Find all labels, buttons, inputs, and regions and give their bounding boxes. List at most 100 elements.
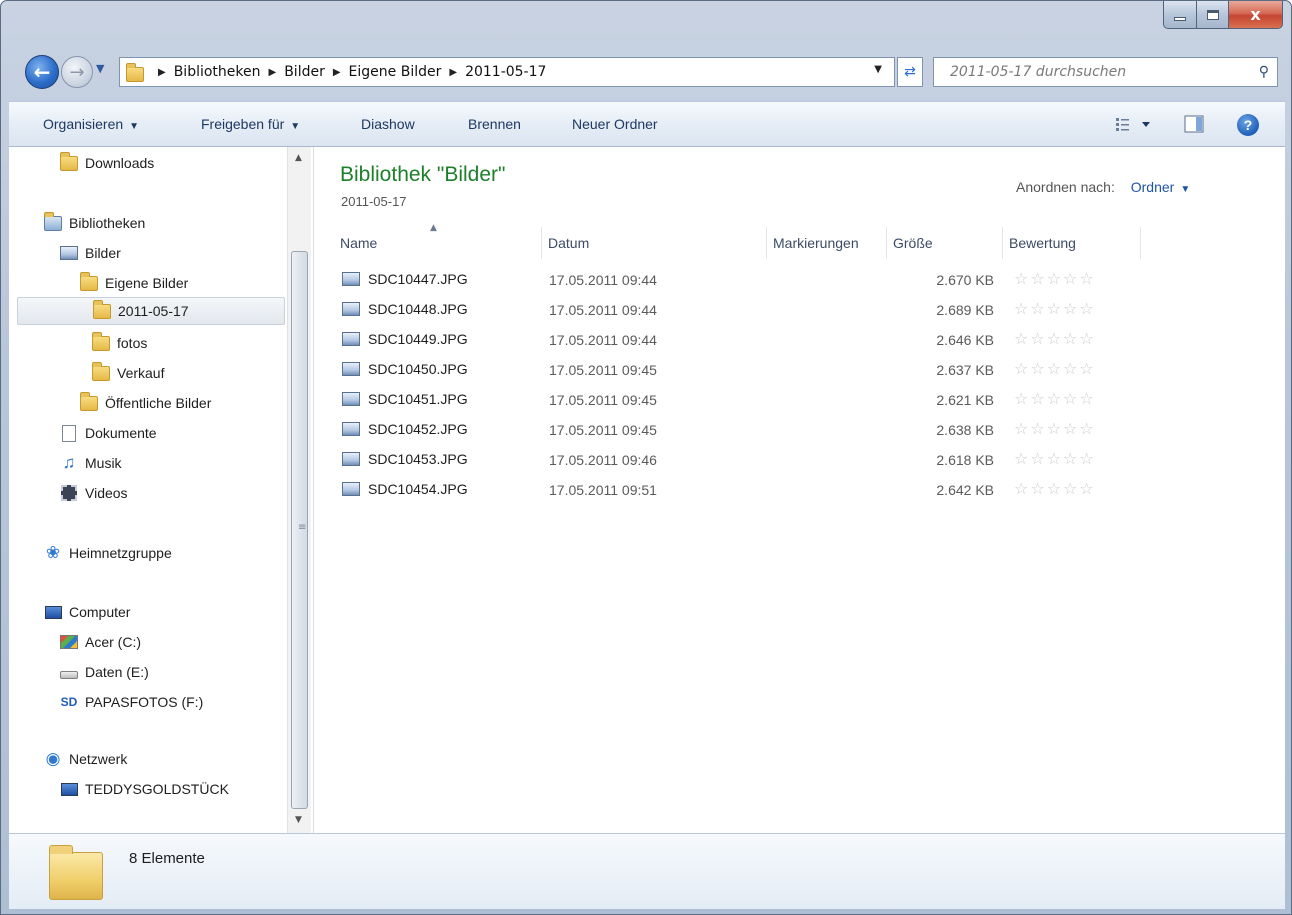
file-row[interactable]: SDC10453.JPG 17.05.2011 09:46 2.618 KB ☆☆☆☆… (334, 445, 1134, 475)
search-icon[interactable]: ⚲ (1259, 64, 1269, 80)
star-icon[interactable]: ☆ (1047, 359, 1063, 378)
star-icon[interactable]: ☆ (1063, 329, 1079, 348)
star-icon[interactable]: ☆ (1079, 389, 1095, 408)
star-icon[interactable]: ☆ (1030, 479, 1046, 498)
address-bar[interactable]: ▶ Bibliotheken ▶ Bilder ▶ Eigene Bilder … (119, 57, 895, 87)
sidebar-item-my-pictures[interactable]: Eigene Bilder (79, 269, 188, 297)
breadcrumb-libraries[interactable]: Bibliotheken (174, 64, 261, 80)
star-icon[interactable]: ☆ (1063, 269, 1079, 288)
burn-button[interactable]: Brennen (468, 116, 521, 132)
star-icon[interactable]: ☆ (1014, 419, 1030, 438)
star-icon[interactable]: ☆ (1030, 329, 1046, 348)
maximize-button[interactable] (1197, 1, 1229, 29)
file-row[interactable]: SDC10454.JPG 17.05.2011 09:51 2.642 KB ☆☆☆☆… (334, 475, 1134, 505)
star-icon[interactable]: ☆ (1014, 449, 1030, 468)
star-icon[interactable]: ☆ (1014, 359, 1030, 378)
sidebar-item-downloads[interactable]: Downloads (59, 149, 154, 177)
sidebar-item-pictures[interactable]: Bilder (59, 239, 121, 267)
sidebar-item-daten-e[interactable]: Daten (E:) (59, 658, 149, 686)
sidebar-item-computer[interactable]: Computer (43, 598, 130, 626)
forward-button[interactable]: → (61, 56, 93, 88)
slideshow-button[interactable]: Diashow (361, 116, 415, 132)
breadcrumb-separator-icon[interactable]: ▶ (269, 67, 277, 78)
sidebar-item-fotos[interactable]: fotos (91, 329, 147, 357)
star-icon[interactable]: ☆ (1079, 359, 1095, 378)
file-row[interactable]: SDC10447.JPG 17.05.2011 09:44 2.670 KB ☆☆☆☆… (334, 265, 1134, 295)
sidebar-item-documents[interactable]: Dokumente (59, 419, 157, 447)
star-icon[interactable]: ☆ (1063, 389, 1079, 408)
breadcrumb-my-pictures[interactable]: Eigene Bilder (349, 64, 442, 80)
sidebar-item-network[interactable]: ◉ Netzwerk (43, 745, 128, 773)
star-icon[interactable]: ☆ (1079, 449, 1095, 468)
star-icon[interactable]: ☆ (1079, 299, 1095, 318)
star-icon[interactable]: ☆ (1014, 479, 1030, 498)
organize-button[interactable]: Organisieren ▼ (43, 116, 139, 132)
column-header-name[interactable]: Name (334, 227, 542, 259)
search-input[interactable]: 2011-05-17 durchsuchen ⚲ (933, 57, 1278, 87)
file-row[interactable]: SDC10450.JPG 17.05.2011 09:45 2.637 KB ☆☆☆☆… (334, 355, 1134, 385)
rating-stars[interactable]: ☆☆☆☆☆ (1014, 419, 1096, 438)
rating-stars[interactable]: ☆☆☆☆☆ (1014, 359, 1096, 378)
star-icon[interactable]: ☆ (1063, 449, 1079, 468)
star-icon[interactable]: ☆ (1047, 419, 1063, 438)
star-icon[interactable]: ☆ (1079, 329, 1095, 348)
star-icon[interactable]: ☆ (1079, 269, 1095, 288)
sidebar-item-acer-c[interactable]: Acer (C:) (59, 628, 141, 656)
star-icon[interactable]: ☆ (1079, 479, 1095, 498)
rating-stars[interactable]: ☆☆☆☆☆ (1014, 449, 1096, 468)
file-row[interactable]: SDC10449.JPG 17.05.2011 09:44 2.646 KB ☆☆☆☆… (334, 325, 1134, 355)
scroll-up-icon[interactable]: ▲ (295, 153, 302, 163)
scroll-down-icon[interactable]: ▼ (295, 815, 302, 825)
column-header-rating[interactable]: Bewertung (1003, 227, 1141, 259)
star-icon[interactable]: ☆ (1063, 479, 1079, 498)
star-icon[interactable]: ☆ (1047, 299, 1063, 318)
navigation-scrollbar[interactable]: ▲ ≡ ▼ (287, 147, 311, 833)
star-icon[interactable]: ☆ (1030, 419, 1046, 438)
star-icon[interactable]: ☆ (1030, 359, 1046, 378)
star-icon[interactable]: ☆ (1047, 329, 1063, 348)
file-row[interactable]: SDC10452.JPG 17.05.2011 09:45 2.638 KB ☆☆☆☆… (334, 415, 1134, 445)
star-icon[interactable]: ☆ (1063, 359, 1079, 378)
breadcrumb-current-folder[interactable]: 2011-05-17 (465, 64, 546, 80)
breadcrumb-separator-icon[interactable]: ▶ (333, 67, 341, 78)
star-icon[interactable]: ☆ (1030, 389, 1046, 408)
sidebar-item-verkauf[interactable]: Verkauf (91, 359, 164, 387)
rating-stars[interactable]: ☆☆☆☆☆ (1014, 299, 1096, 318)
star-icon[interactable]: ☆ (1030, 449, 1046, 468)
scrollbar-thumb[interactable]: ≡ (291, 251, 308, 809)
share-with-button[interactable]: Freigeben für ▼ (201, 116, 300, 132)
sidebar-item-papasfotos-f[interactable]: SD PAPASFOTOS (F:) (59, 688, 204, 716)
recent-pages-dropdown[interactable]: ▼ (96, 62, 104, 75)
star-icon[interactable]: ☆ (1047, 269, 1063, 288)
arrange-by-dropdown[interactable]: Ordner ▼ (1131, 179, 1190, 195)
column-header-date[interactable]: Datum (542, 227, 767, 259)
minimize-button[interactable] (1163, 1, 1197, 29)
preview-pane-button[interactable] (1183, 114, 1205, 138)
breadcrumb-separator-icon[interactable]: ▶ (449, 67, 457, 78)
star-icon[interactable]: ☆ (1079, 419, 1095, 438)
star-icon[interactable]: ☆ (1014, 299, 1030, 318)
star-icon[interactable]: ☆ (1063, 419, 1079, 438)
breadcrumb-separator-icon[interactable]: ▶ (158, 67, 166, 78)
star-icon[interactable]: ☆ (1047, 389, 1063, 408)
star-icon[interactable]: ☆ (1030, 269, 1046, 288)
sidebar-item-2011-05-17[interactable]: 2011-05-17 (17, 297, 285, 325)
change-view-button[interactable] (1114, 114, 1154, 138)
rating-stars[interactable]: ☆☆☆☆☆ (1014, 329, 1096, 348)
help-icon[interactable]: ? (1237, 114, 1259, 136)
sidebar-item-libraries[interactable]: Bibliotheken (43, 209, 145, 237)
column-header-size[interactable]: Größe (887, 227, 1003, 259)
star-icon[interactable]: ☆ (1030, 299, 1046, 318)
sidebar-item-teddysgoldstueck[interactable]: TEDDYSGOLDSTÜCK (59, 775, 229, 803)
back-button[interactable]: ← (25, 55, 59, 89)
rating-stars[interactable]: ☆☆☆☆☆ (1014, 479, 1096, 498)
address-history-dropdown-icon[interactable]: ▼ (874, 64, 882, 75)
star-icon[interactable]: ☆ (1014, 329, 1030, 348)
star-icon[interactable]: ☆ (1047, 449, 1063, 468)
column-header-tags[interactable]: Markierungen (767, 227, 887, 259)
star-icon[interactable]: ☆ (1014, 269, 1030, 288)
breadcrumb-pictures[interactable]: Bilder (284, 64, 325, 80)
sidebar-item-music[interactable]: ♫ Musik (59, 449, 122, 477)
rating-stars[interactable]: ☆☆☆☆☆ (1014, 269, 1096, 288)
new-folder-button[interactable]: Neuer Ordner (572, 116, 658, 132)
